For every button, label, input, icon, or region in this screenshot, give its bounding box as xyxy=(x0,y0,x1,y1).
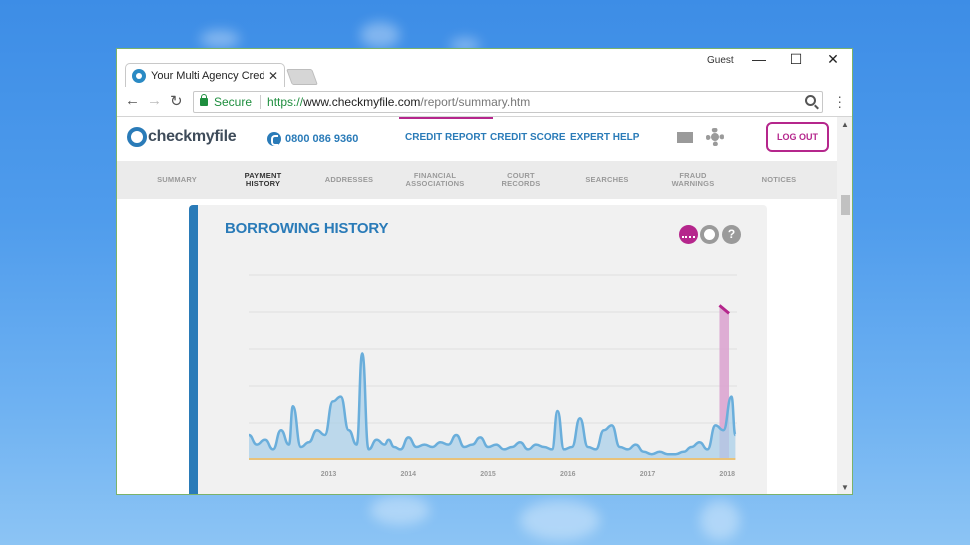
tab-title: Your Multi Agency Credit xyxy=(151,69,264,82)
zoom-icon[interactable] xyxy=(805,95,816,106)
chart-x-tick-label: 2014 xyxy=(400,471,416,478)
desktop-decoration xyxy=(700,500,740,540)
lock-icon xyxy=(200,94,208,106)
chart-series-area xyxy=(249,353,736,459)
url-input[interactable]: Secure https:// www.checkmyfile.com /rep… xyxy=(193,91,823,113)
close-tab-icon[interactable]: ✕ xyxy=(268,69,278,83)
maximize-icon[interactable]: ☐ xyxy=(778,51,814,68)
chart-x-tick-label: 2013 xyxy=(321,471,337,478)
address-bar: ← → ↻ Secure https:// www.checkmyfile.co… xyxy=(117,87,852,117)
url-path: /report/summary.htm xyxy=(420,95,531,109)
favicon-icon xyxy=(132,68,146,83)
chart-x-tick-label: 2016 xyxy=(560,471,576,478)
chart-x-tick-label: 2018 xyxy=(719,471,735,478)
minimize-icon[interactable]: — xyxy=(741,51,777,67)
desktop-decoration xyxy=(200,30,240,48)
forward-icon[interactable]: → xyxy=(147,92,162,109)
desktop-decoration xyxy=(520,500,600,540)
reload-icon[interactable]: ↻ xyxy=(170,92,183,110)
desktop-decoration xyxy=(360,22,400,48)
url-scheme: https:// xyxy=(267,95,304,109)
borrowing-chart: 2013 2014 2015 2016 2017 2018 xyxy=(248,274,737,478)
browser-window: Your Multi Agency Credit ✕ Guest — ☐ ✕ ←… xyxy=(116,48,853,495)
url-host: www.checkmyfile.com xyxy=(303,95,421,109)
page-scrollbar[interactable]: ▲ ▼ xyxy=(837,117,852,494)
scroll-up-icon[interactable]: ▲ xyxy=(841,120,849,129)
title-bar: Your Multi Agency Credit ✕ Guest — ☐ ✕ xyxy=(117,49,852,87)
browser-tab[interactable]: Your Multi Agency Credit ✕ xyxy=(125,63,285,87)
new-tab-button[interactable] xyxy=(286,69,318,85)
scroll-thumb[interactable] xyxy=(841,195,850,215)
desktop-decoration xyxy=(370,495,430,525)
profile-label[interactable]: Guest xyxy=(707,55,734,66)
menu-icon[interactable]: · · · xyxy=(837,89,842,113)
chart-x-tick-label: 2017 xyxy=(640,471,656,478)
scroll-down-icon[interactable]: ▼ xyxy=(841,483,849,492)
chart-x-tick-label: 2015 xyxy=(480,471,496,478)
close-window-icon[interactable]: ✕ xyxy=(815,51,851,68)
divider xyxy=(260,95,262,109)
page-viewport: checkmyfile 0800 086 9360 CREDIT REPORT … xyxy=(117,117,837,494)
secure-label: Secure xyxy=(214,95,253,109)
back-icon[interactable]: ← xyxy=(125,92,140,109)
